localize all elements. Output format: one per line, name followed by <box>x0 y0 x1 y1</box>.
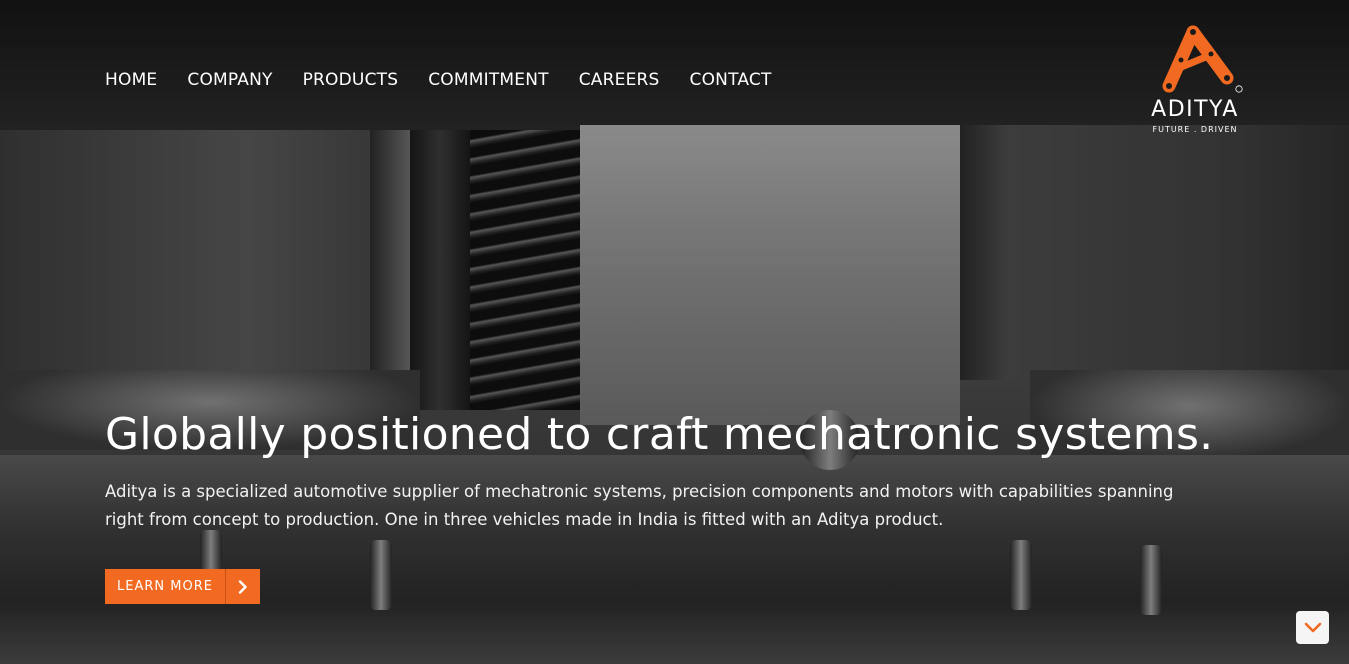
hero-description: Aditya is a specialized automotive suppl… <box>105 482 1174 529</box>
chevron-right-icon <box>226 569 260 604</box>
hero-title: Globally positioned to craft mechatronic… <box>105 409 1214 460</box>
brand-logo[interactable]: ADITYA FUTURE . DRIVEN <box>1143 24 1247 136</box>
nav-item-contact[interactable]: CONTACT <box>690 70 772 90</box>
nav-item-careers[interactable]: CAREERS <box>579 70 660 90</box>
brand-name: ADITYA <box>1151 97 1239 122</box>
nav-item-home[interactable]: HOME <box>105 70 157 90</box>
brand-tagline: FUTURE . DRIVEN <box>1152 125 1238 134</box>
nav-item-commitment[interactable]: COMMITMENT <box>428 70 549 90</box>
main-nav: HOME COMPANY PRODUCTS COMMITMENT CAREERS… <box>105 70 802 90</box>
scroll-down-button[interactable] <box>1296 611 1329 644</box>
nav-item-company[interactable]: COMPANY <box>187 70 272 90</box>
aditya-logo-icon <box>1162 25 1243 93</box>
nav-item-products[interactable]: PRODUCTS <box>303 70 399 90</box>
learn-more-button[interactable]: LEARN MORE <box>105 569 260 604</box>
chevron-down-icon <box>1304 622 1321 632</box>
learn-more-label: LEARN MORE <box>105 569 226 604</box>
